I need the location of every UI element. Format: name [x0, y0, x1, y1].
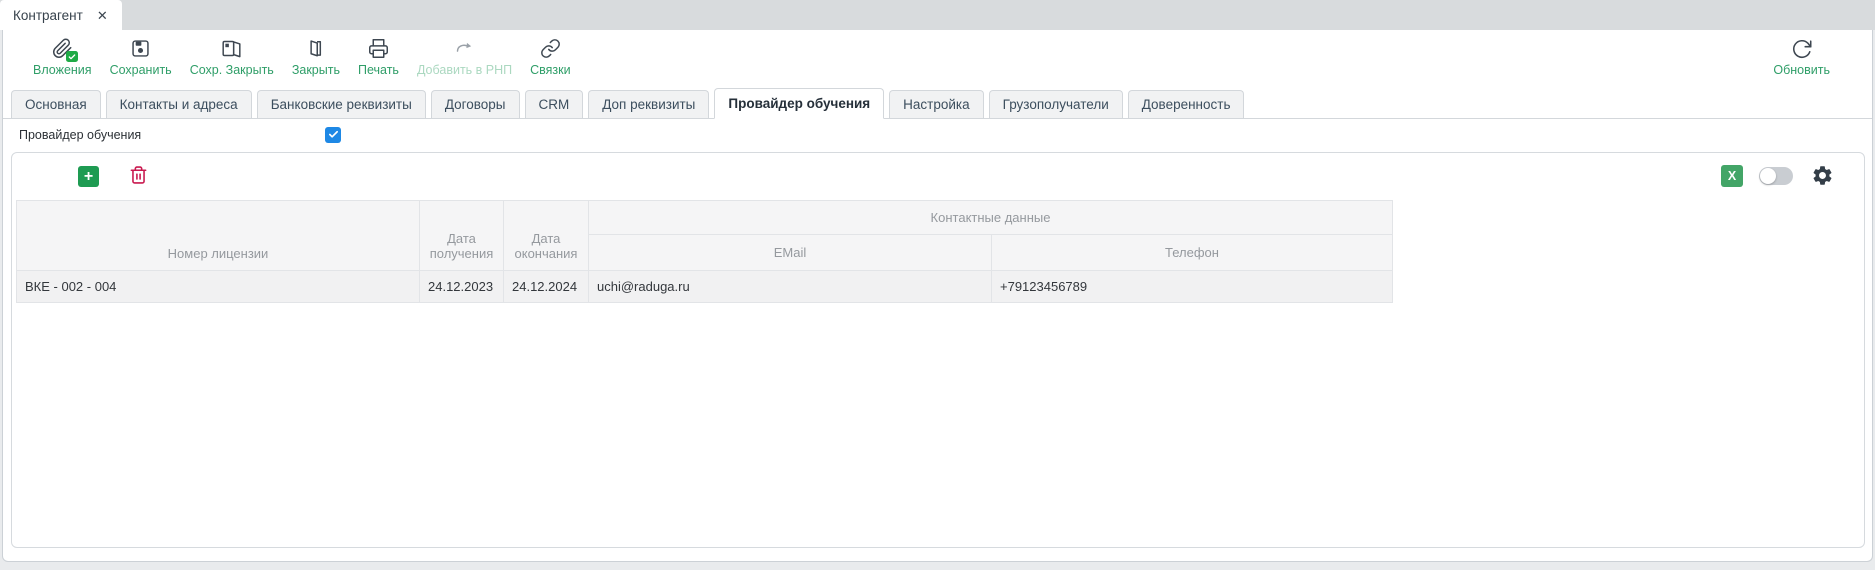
refresh-label: Обновить	[1773, 63, 1830, 77]
tab-provayder-obucheniya[interactable]: Провайдер обучения	[714, 88, 884, 119]
grid-settings-button[interactable]	[1811, 164, 1834, 188]
links-label: Связки	[530, 63, 570, 77]
save-label: Сохранить	[110, 63, 172, 77]
tab-dop-rekvizity[interactable]: Доп реквизиты	[588, 90, 709, 118]
license-table-header: Номер лицензии Дата получения Дата оконч…	[17, 201, 1393, 271]
close-button[interactable]: Закрыть	[288, 37, 344, 77]
door-exit-icon	[305, 37, 326, 60]
gear-icon	[1811, 175, 1834, 190]
save-close-label: Сохр. Закрыть	[190, 63, 274, 77]
tab-kontakty-i-adresa[interactable]: Контакты и адреса	[106, 90, 252, 118]
tab-nastroyka[interactable]: Настройка	[889, 90, 983, 118]
floppy-save-icon	[130, 37, 151, 60]
provider-checkbox-row: Провайдер обучения	[3, 119, 1872, 149]
attachments-label: Вложения	[33, 63, 92, 77]
close-icon[interactable]: ✕	[97, 9, 108, 22]
window-tab-title: Контрагент	[13, 8, 83, 23]
add-row-button[interactable]: +	[78, 166, 99, 187]
refresh-button[interactable]: Обновить	[1769, 37, 1834, 77]
save-close-button[interactable]: Сохр. Закрыть	[186, 37, 278, 77]
tab-doverennost[interactable]: Доверенность	[1128, 90, 1245, 118]
tab-osnovnaya[interactable]: Основная	[11, 90, 101, 118]
grid-toolbar: + X	[12, 164, 1864, 188]
license-table: Номер лицензии Дата получения Дата оконч…	[16, 200, 1393, 303]
cell-phone-selected[interactable]: +79123456789	[992, 271, 1393, 303]
provider-checkbox[interactable]	[325, 127, 341, 143]
add-to-rnp-button: Добавить в РНП	[413, 37, 516, 77]
print-label: Печать	[358, 63, 399, 77]
add-to-rnp-label: Добавить в РНП	[417, 63, 512, 77]
cell-license[interactable]: ВКЕ - 002 - 004	[17, 271, 420, 303]
print-button[interactable]: Печать	[354, 37, 403, 77]
license-grid-panel: + X Номер лицензии	[11, 152, 1865, 548]
tab-gruzopoluchateli[interactable]: Грузополучатели	[989, 90, 1123, 118]
delete-row-button[interactable]	[129, 165, 148, 187]
save-button[interactable]: Сохранить	[106, 37, 176, 77]
trash-icon	[129, 173, 148, 188]
cell-date-end[interactable]: 24.12.2024	[504, 271, 589, 303]
paperclip-check-icon	[51, 37, 74, 60]
attachments-button[interactable]: Вложения	[29, 37, 96, 77]
save-and-close-icon	[220, 37, 243, 60]
column-header-date-received[interactable]: Дата получения	[420, 201, 504, 271]
printer-icon	[368, 37, 389, 60]
refresh-icon	[1791, 37, 1813, 60]
grid-toggle[interactable]	[1759, 167, 1793, 185]
tab-dogovory[interactable]: Договоры	[431, 90, 520, 118]
redo-arrow-icon	[453, 37, 476, 60]
tab-bankovskie-rekvizity[interactable]: Банковские реквизиты	[257, 90, 426, 118]
column-header-license[interactable]: Номер лицензии	[17, 201, 420, 271]
column-group-contact-data: Контактные данные	[589, 201, 1393, 235]
cell-email[interactable]: uchi@raduga.ru	[589, 271, 992, 303]
window-tab-kontragent[interactable]: Контрагент ✕	[0, 0, 122, 30]
main-toolbar: Вложения Сохранить Сохр. Закрыть Закрыть…	[3, 30, 1872, 88]
column-header-email[interactable]: EMail	[589, 235, 992, 271]
links-button[interactable]: Связки	[526, 37, 574, 77]
toggle-knob	[1760, 168, 1776, 184]
section-tab-strip: Основная Контакты и адреса Банковские ре…	[3, 88, 1872, 119]
table-row: ВКЕ - 002 - 004 24.12.2023 24.12.2024 uc…	[17, 271, 1393, 303]
column-header-date-end[interactable]: Дата окончания	[504, 201, 589, 271]
column-header-phone[interactable]: Телефон	[992, 235, 1393, 271]
cell-date-received[interactable]: 24.12.2023	[420, 271, 504, 303]
close-label: Закрыть	[292, 63, 340, 77]
provider-checkbox-label: Провайдер обучения	[19, 128, 325, 142]
document-area: Вложения Сохранить Сохр. Закрыть Закрыть…	[2, 30, 1873, 562]
chain-link-icon	[540, 37, 561, 60]
export-excel-button[interactable]: X	[1721, 165, 1743, 187]
tab-crm[interactable]: CRM	[525, 90, 584, 118]
check-badge-icon	[66, 51, 78, 62]
window-tab-strip: Контрагент ✕	[0, 0, 1875, 30]
